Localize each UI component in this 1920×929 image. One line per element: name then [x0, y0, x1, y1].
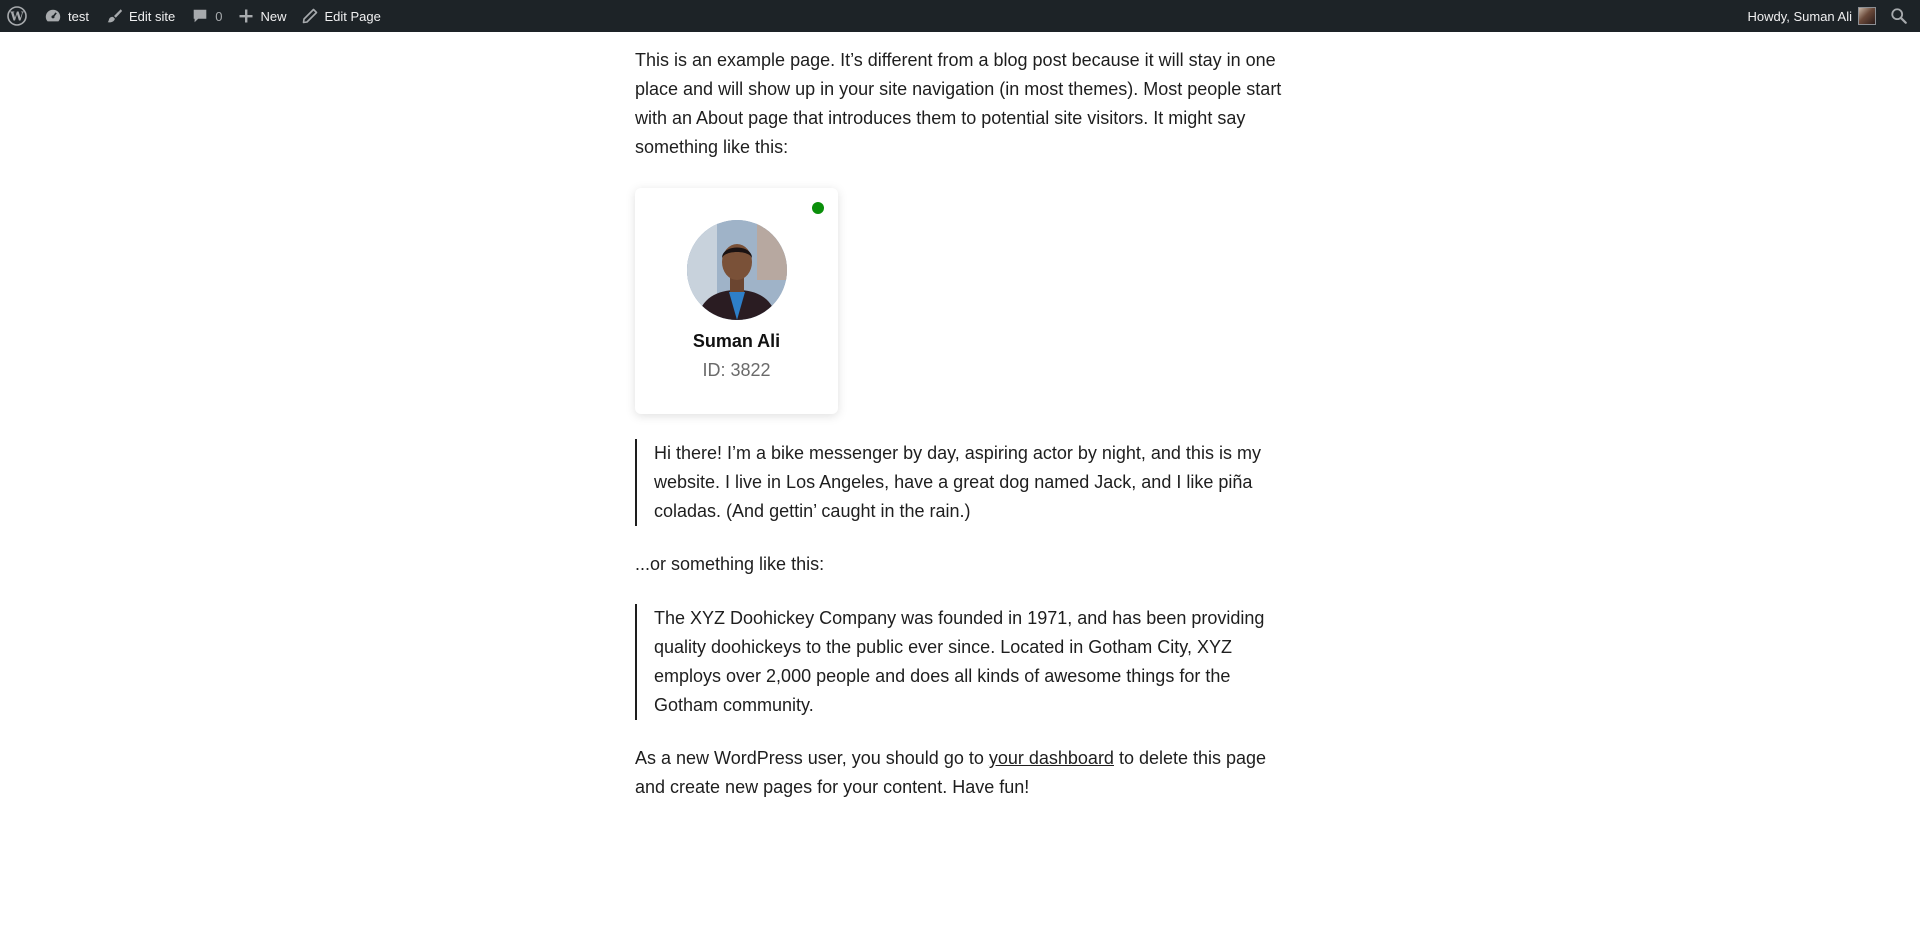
my-account-menu[interactable]: Howdy, Suman Ali	[1739, 0, 1882, 32]
dashboard-link[interactable]: your dashboard	[989, 748, 1114, 768]
edit-page-button[interactable]: Edit Page	[294, 0, 388, 32]
howdy-label: Howdy, Suman Ali	[1747, 8, 1852, 24]
user-avatar	[687, 220, 787, 320]
site-name-menu[interactable]: test	[36, 0, 97, 32]
admin-bar-left: W test Edit site 0 New Edit Page	[0, 0, 389, 32]
edit-site-button[interactable]: Edit site	[97, 0, 183, 32]
quote-text: Hi there! I’m a bike messenger by day, a…	[654, 443, 1261, 521]
intro-paragraph: This is an example page. It’s different …	[635, 50, 1282, 157]
pencil-icon	[302, 8, 318, 24]
search-button[interactable]	[1882, 0, 1920, 32]
admin-bar: W test Edit site 0 New Edit Page Howdy, …	[0, 0, 1920, 32]
dashboard-icon	[44, 7, 62, 25]
admin-bar-right: Howdy, Suman Ali	[1739, 0, 1920, 32]
search-icon	[1890, 7, 1908, 25]
edit-page-label: Edit Page	[324, 8, 381, 24]
new-label: New	[260, 8, 287, 24]
site-name-label: test	[68, 8, 89, 24]
comment-icon	[191, 7, 209, 25]
page-content: This is an example page. It’s different …	[635, 46, 1285, 802]
or-paragraph: ...or something like this:	[635, 554, 825, 574]
quote-doohickey-company: The XYZ Doohickey Company was founded in…	[635, 604, 1285, 720]
user-card: Suman Ali ID: 3822	[635, 188, 838, 414]
quote-bike-messenger: Hi there! I’m a bike messenger by day, a…	[635, 439, 1285, 526]
avatar	[1858, 7, 1876, 25]
comments-count: 0	[215, 8, 223, 24]
online-status-dot	[812, 202, 824, 214]
wordpress-logo-icon: W	[7, 6, 27, 26]
plus-icon	[238, 8, 254, 24]
brush-icon	[105, 7, 123, 25]
comments-button[interactable]: 0	[183, 0, 230, 32]
edit-site-label: Edit site	[128, 8, 176, 24]
user-name: Suman Ali	[692, 331, 781, 351]
svg-text:W: W	[9, 10, 24, 24]
closing-text-before: As a new WordPress user, you should go t…	[635, 748, 989, 768]
quote-text: The XYZ Doohickey Company was founded in…	[654, 608, 1265, 715]
wordpress-menu[interactable]: W	[0, 0, 36, 32]
new-content-button[interactable]: New	[230, 0, 294, 32]
user-id: ID: 3822	[702, 360, 771, 380]
closing-paragraph: As a new WordPress user, you should go t…	[635, 744, 1285, 802]
